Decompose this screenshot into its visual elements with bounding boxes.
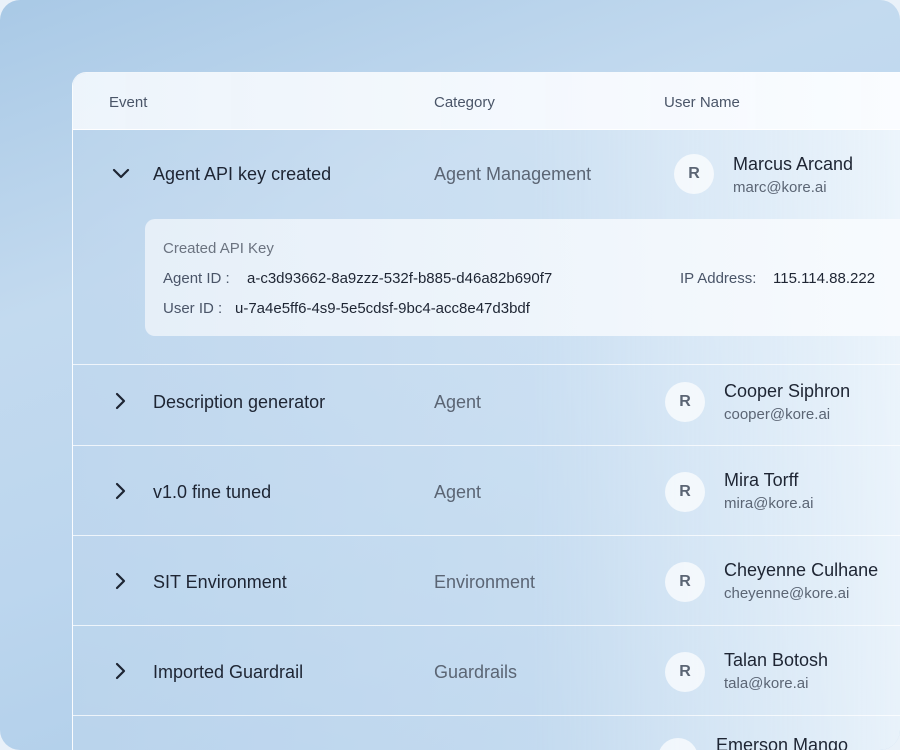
agent-id-label: Agent ID : [163, 270, 230, 287]
user-name: Mira Torff [724, 470, 799, 490]
event-name: v1.0 fine tuned [153, 482, 272, 502]
user-email: mira@kore.ai [724, 495, 814, 512]
event-detail-card: Created API Key Agent ID : a-c3d93662-8a… [145, 219, 900, 336]
user-id-value[interactable]: u-7a4e5ff6-4s9-5e5cdsf-9bc4-acc8e47d3bdf [235, 300, 530, 317]
user-name: Emerson Mango [716, 735, 849, 750]
user-email: tala@kore.ai [724, 675, 809, 692]
user-email: marc@kore.ai [733, 179, 827, 196]
table-row[interactable]: Description generator Agent R Cooper Sip… [73, 365, 900, 446]
event-name: Agent API key created [153, 164, 332, 184]
avatar: R [674, 154, 714, 194]
event-category: Agent [434, 482, 482, 502]
avatar: R [665, 382, 705, 422]
ip-address-label: IP Address: [680, 270, 757, 287]
table-row-partial[interactable]: Emerson Mango [73, 716, 900, 750]
chevron-right-icon[interactable] [111, 481, 131, 501]
event-category: Agent [434, 392, 482, 412]
user-id-label: User ID : [163, 300, 223, 317]
user-name: Talan Botosh [724, 650, 829, 670]
event-name: Imported Guardrail [153, 662, 304, 682]
avatar: R [665, 472, 705, 512]
column-header-category[interactable]: Category [434, 94, 495, 111]
table-header: Event Category User Name [73, 73, 900, 130]
event-category: Guardrails [434, 662, 518, 682]
detail-title: Created API Key [163, 240, 274, 257]
agent-id-value[interactable]: a-c3d93662-8a9zzz-532f-b885-d46a82b690f7 [247, 270, 552, 287]
user-email: cheyenne@kore.ai [724, 585, 850, 602]
table-row[interactable]: v1.0 fine tuned Agent R Mira Torff mira@… [73, 446, 900, 536]
avatar: R [665, 562, 705, 602]
table-row[interactable]: SIT Environment Environment R Cheyenne C… [73, 536, 900, 626]
user-name: Cooper Siphron [724, 381, 851, 401]
avatar: R [665, 652, 705, 692]
event-category: Agent Management [434, 164, 592, 184]
user-email: cooper@kore.ai [724, 406, 831, 423]
avatar [658, 738, 698, 750]
chevron-down-icon[interactable] [111, 164, 131, 184]
event-category: Environment [434, 572, 536, 592]
event-name: Description generator [153, 392, 326, 412]
chevron-right-icon[interactable] [111, 391, 131, 411]
column-header-user-name[interactable]: User Name [664, 94, 740, 111]
table-row[interactable]: Imported Guardrail Guardrails R Talan Bo… [73, 626, 900, 716]
ip-address-value[interactable]: 115.114.88.222 [773, 270, 875, 287]
user-name: Marcus Arcand [733, 154, 854, 174]
chevron-right-icon[interactable] [111, 571, 131, 591]
event-name: SIT Environment [153, 572, 287, 592]
column-header-event[interactable]: Event [109, 94, 147, 111]
chevron-right-icon[interactable] [111, 661, 131, 681]
background: Event Category User Name Agent API key c… [0, 0, 900, 750]
user-name: Cheyenne Culhane [724, 560, 879, 580]
audit-log-table: Event Category User Name Agent API key c… [72, 72, 900, 750]
